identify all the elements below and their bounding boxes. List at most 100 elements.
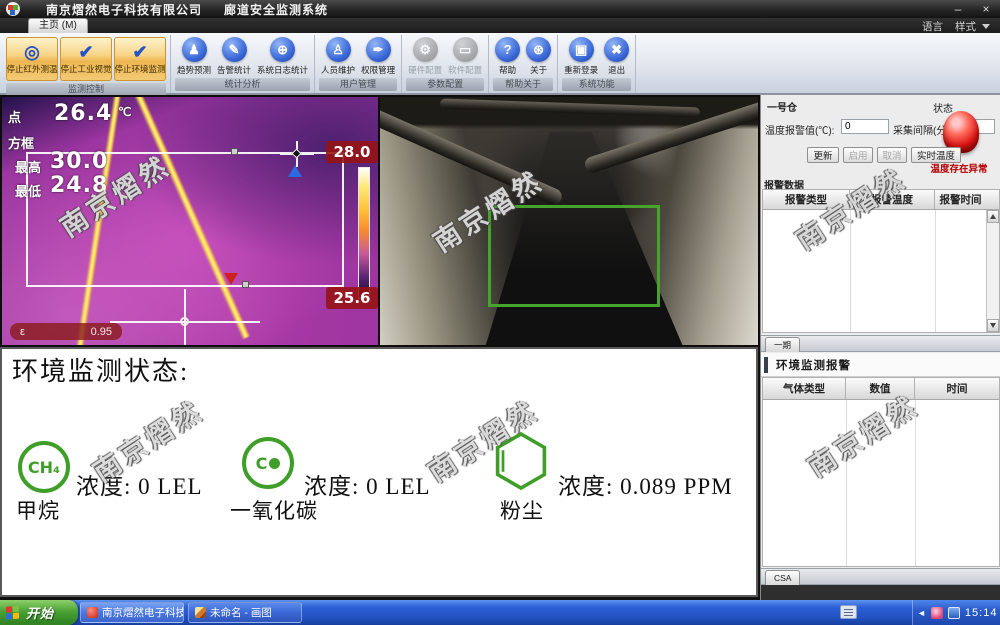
temp-alarm-input[interactable] xyxy=(841,119,889,134)
tab-home[interactable]: 主页 (M) xyxy=(28,18,88,33)
scale-low-badge: 25.6 xyxy=(326,287,378,309)
group-label-help: 帮助关于 xyxy=(493,78,553,91)
window-subtitle: 廊道安全监测系统 xyxy=(224,1,328,18)
minimize-button[interactable]: – xyxy=(950,2,966,16)
pipe xyxy=(380,107,564,207)
ribbon-group-statistics: ♟ 趋势预测 ✎ 告警统计 ⊕ 系统日志统计 统计分析 xyxy=(171,35,315,93)
min-label: 最低 xyxy=(15,181,41,200)
tab-csa[interactable]: CSA xyxy=(765,570,800,585)
hardware-config-button[interactable]: ⚙ 硬件配置 xyxy=(406,37,444,76)
person-walking-icon: ♟ xyxy=(182,37,207,62)
point-label: 点 xyxy=(8,107,21,126)
point-value: 26.4 xyxy=(54,101,112,126)
gas-name-methane: 甲烷 xyxy=(16,495,60,525)
tray-icon[interactable] xyxy=(948,607,960,619)
stop-vision-button[interactable]: ✔ 停止工业视觉 xyxy=(60,37,112,81)
permission-mgmt-button[interactable]: ✒ 权限管理 xyxy=(359,37,397,76)
dust-hexagon-icon xyxy=(494,431,548,491)
exit-button[interactable]: ✖ 退出 xyxy=(602,37,631,76)
csa-tab-strip: CSA xyxy=(761,568,1000,585)
temp-unit: ℃ xyxy=(118,105,131,119)
ring-icon: ◎ xyxy=(24,43,40,62)
help-button[interactable]: ? 帮助 xyxy=(493,37,522,76)
app-logo-icon xyxy=(6,2,20,16)
methane-icon: CH₄ xyxy=(18,441,70,493)
alarm-table-scrollbar[interactable] xyxy=(986,210,999,332)
syslog-stats-button[interactable]: ⊕ 系统日志统计 xyxy=(255,37,310,76)
trend-forecast-button[interactable]: ♟ 趋势预测 xyxy=(175,37,213,76)
temp-alarm-label: 温度报警值(℃): xyxy=(765,122,834,137)
env-col-time[interactable]: 时间 xyxy=(915,378,999,399)
emissivity-bar: ε 0.95 xyxy=(10,323,122,340)
tray-chevron-icon[interactable]: ◄ xyxy=(917,608,926,618)
crosshair-center xyxy=(180,317,189,326)
title-bar: 南京熠然电子科技有限公司 廊道安全监测系统 – × xyxy=(0,0,1000,18)
close-button[interactable]: × xyxy=(978,2,994,16)
box-label: 方框 xyxy=(8,133,34,152)
software-config-button[interactable]: ▭ 软件配置 xyxy=(446,37,484,76)
max-label: 最高 xyxy=(15,157,41,176)
env-status-title: 环境监测状态: xyxy=(12,351,189,388)
detection-box xyxy=(488,205,660,307)
scroll-up-icon[interactable] xyxy=(987,210,999,223)
ribbon-toolbar: ◎ 停止红外测温 ✔ 停止工业视觉 ✔ 停止环境监测 监测控制 ♟ 趋势预测 xyxy=(0,33,1000,95)
menu-style[interactable]: 样式 xyxy=(955,19,976,34)
lamp-caption: 温度存在异常 xyxy=(921,161,997,175)
env-alarm-table: 气体类型 数值 时间 xyxy=(762,377,1000,567)
min-value: 24.8 xyxy=(50,173,108,198)
taskbar: 开始 南京熠然电子科技... 未命名 - 画图 ◄ 15:14 xyxy=(0,600,1000,625)
windows-flag-icon xyxy=(6,605,21,620)
stop-infrared-button[interactable]: ◎ 停止红外测温 xyxy=(6,37,58,81)
gas-reading-methane: 浓度: 0 LEL xyxy=(76,467,203,501)
language-bar-icon[interactable] xyxy=(840,605,857,619)
scale-high-badge: 28.0 xyxy=(326,141,378,163)
about-button[interactable]: ⊛ 关于 xyxy=(524,37,553,76)
globe-chat-icon: ⊛ xyxy=(526,37,551,62)
env-col-gas[interactable]: 气体类型 xyxy=(763,378,846,399)
taskbar-task-paint[interactable]: 未命名 - 画图 xyxy=(188,602,302,623)
alarm-table: 报警类型 报警温度 报警时间 xyxy=(762,189,1000,333)
question-icon: ? xyxy=(495,37,520,62)
max-value: 30.0 xyxy=(50,149,108,174)
group-label-parameters: 参数配置 xyxy=(406,78,484,91)
industrial-camera-view xyxy=(380,97,758,345)
pencil-icon: ✎ xyxy=(222,37,247,62)
tray-clock: 15:14 xyxy=(965,607,998,619)
app-window: 南京熠然电子科技有限公司 廊道安全监测系统 – × 主页 (M) 语言 样式 ◎… xyxy=(0,0,1000,625)
min-marker-icon xyxy=(224,273,238,285)
thermal-camera-view: 点 26.4 ℃ 方框 最高 30.0 最低 24.8 28.0 25.6 ε … xyxy=(2,97,378,345)
group-title: 一号仓 xyxy=(767,99,797,114)
menu-language[interactable]: 语言 xyxy=(922,19,943,34)
update-button[interactable]: 更新 xyxy=(807,147,839,163)
tray-icon[interactable] xyxy=(931,607,943,619)
ribbon-group-parameters: ⚙ 硬件配置 ▭ 软件配置 参数配置 xyxy=(402,35,489,93)
video-area: 点 26.4 ℃ 方框 最高 30.0 最低 24.8 28.0 25.6 ε … xyxy=(0,95,760,347)
cancel-button[interactable]: 取消 xyxy=(877,147,907,163)
alarm-col-type[interactable]: 报警类型 xyxy=(763,190,850,209)
stop-env-monitor-button[interactable]: ✔ 停止环境监测 xyxy=(114,37,166,81)
enable-button[interactable]: 启用 xyxy=(843,147,873,163)
env-col-value[interactable]: 数值 xyxy=(846,378,915,399)
start-button[interactable]: 开始 xyxy=(0,600,78,625)
ribbon-group-help: ? 帮助 ⊛ 关于 帮助关于 xyxy=(489,35,558,93)
emissivity-symbol: ε xyxy=(20,326,25,338)
gas-reading-dust: 浓度: 0.089 PPM xyxy=(558,467,733,501)
tab-phase-1[interactable]: 一期 xyxy=(765,337,800,352)
globe-icon: ⊕ xyxy=(270,37,295,62)
pipe xyxy=(440,98,700,117)
taskbar-task-app[interactable]: 南京熠然电子科技... xyxy=(80,602,184,623)
person-icon: ♙ xyxy=(326,37,351,62)
staff-maintenance-button[interactable]: ♙ 人员维护 xyxy=(319,37,357,76)
scroll-down-icon[interactable] xyxy=(987,319,999,332)
alarm-table-body xyxy=(763,210,999,332)
system-tray: ◄ 15:14 xyxy=(912,600,1000,625)
realtime-temp-button[interactable]: 实时温度 xyxy=(911,147,961,163)
alarm-col-time[interactable]: 报警时间 xyxy=(935,190,986,209)
alarm-stats-button[interactable]: ✎ 告警统计 xyxy=(215,37,253,76)
carbon-monoxide-icon: C xyxy=(242,437,294,489)
temperature-scale-bar xyxy=(358,167,370,299)
chevron-down-icon[interactable] xyxy=(982,24,990,29)
alarm-col-temp[interactable]: 报警温度 xyxy=(850,190,935,209)
phase-tab-strip: 一期 xyxy=(761,335,1000,352)
relogin-button[interactable]: ▣ 重新登录 xyxy=(562,37,600,76)
